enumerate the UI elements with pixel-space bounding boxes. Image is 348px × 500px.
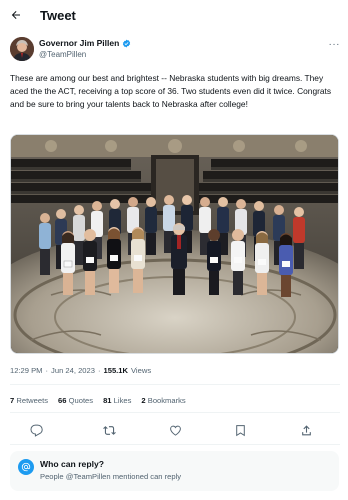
tweet-image[interactable] — [10, 134, 339, 354]
bookmark-icon — [235, 424, 245, 436]
group-photo — [11, 135, 338, 353]
tweet-time[interactable]: 12:29 PM — [10, 366, 43, 375]
quotes-count: 66 — [58, 396, 67, 405]
views-count: 155.1K — [103, 366, 129, 375]
verified-badge-icon — [123, 39, 131, 47]
author-handle[interactable]: @TeamPillen — [39, 50, 86, 59]
bookmarks-stat[interactable]: 2 Bookmarks — [141, 396, 185, 405]
tweet-date[interactable]: Jun 24, 2023 — [51, 366, 95, 375]
retweet-button[interactable] — [101, 422, 117, 438]
like-icon — [169, 425, 181, 436]
more-options-button[interactable]: ··· — [329, 39, 341, 50]
tweet-text: These are among our best and brightest -… — [10, 73, 332, 109]
at-sign-icon — [18, 459, 34, 475]
bookmarks-label: Bookmarks — [147, 396, 186, 405]
back-button[interactable] — [6, 5, 26, 25]
meta-separator: · — [45, 366, 49, 375]
more-dots-icon: ··· — [328, 39, 340, 50]
tweet-meta: 12:29 PM · Jun 24, 2023 · 155.1K Views — [10, 366, 151, 375]
page-title: Tweet — [40, 8, 76, 23]
tweet-author: Governor Jim Pillen @TeamPillen ··· — [10, 37, 340, 67]
reply-settings-title: Who can reply? — [40, 459, 104, 469]
action-bar — [10, 422, 340, 438]
meta-separator: · — [97, 366, 101, 375]
divider — [10, 444, 340, 445]
quotes-label: Quotes — [68, 396, 94, 405]
likes-label: Likes — [113, 396, 132, 405]
bookmark-button[interactable] — [232, 422, 248, 438]
likes-stat[interactable]: 81 Likes — [103, 396, 131, 405]
share-icon — [301, 424, 311, 435]
quotes-stat[interactable]: 66 Quotes — [58, 396, 93, 405]
views-label: Views — [131, 366, 152, 375]
divider — [10, 384, 340, 385]
avatar-image — [10, 37, 34, 61]
author-name[interactable]: Governor Jim Pillen — [39, 38, 119, 48]
engagement-stats: 7 Retweets 66 Quotes 81 Likes 2 Bookmark… — [10, 396, 186, 405]
retweets-label: Retweets — [16, 396, 49, 405]
share-button[interactable] — [298, 422, 314, 438]
divider — [10, 412, 340, 413]
like-button[interactable] — [167, 422, 183, 438]
reply-settings-notice: Who can reply? People @TeamPillen mentio… — [10, 451, 339, 491]
avatar[interactable] — [10, 37, 34, 61]
top-bar: Tweet — [0, 0, 348, 30]
likes-count: 81 — [103, 396, 112, 405]
reply-button[interactable] — [28, 422, 44, 438]
retweet-icon — [102, 425, 116, 435]
back-arrow-icon — [11, 11, 20, 19]
retweets-count: 7 — [10, 396, 15, 405]
retweets-stat[interactable]: 7 Retweets — [10, 396, 48, 405]
reply-settings-subtitle: People @TeamPillen mentioned can reply — [40, 472, 182, 481]
bookmarks-count: 2 — [141, 396, 146, 405]
reply-icon — [29, 424, 43, 437]
